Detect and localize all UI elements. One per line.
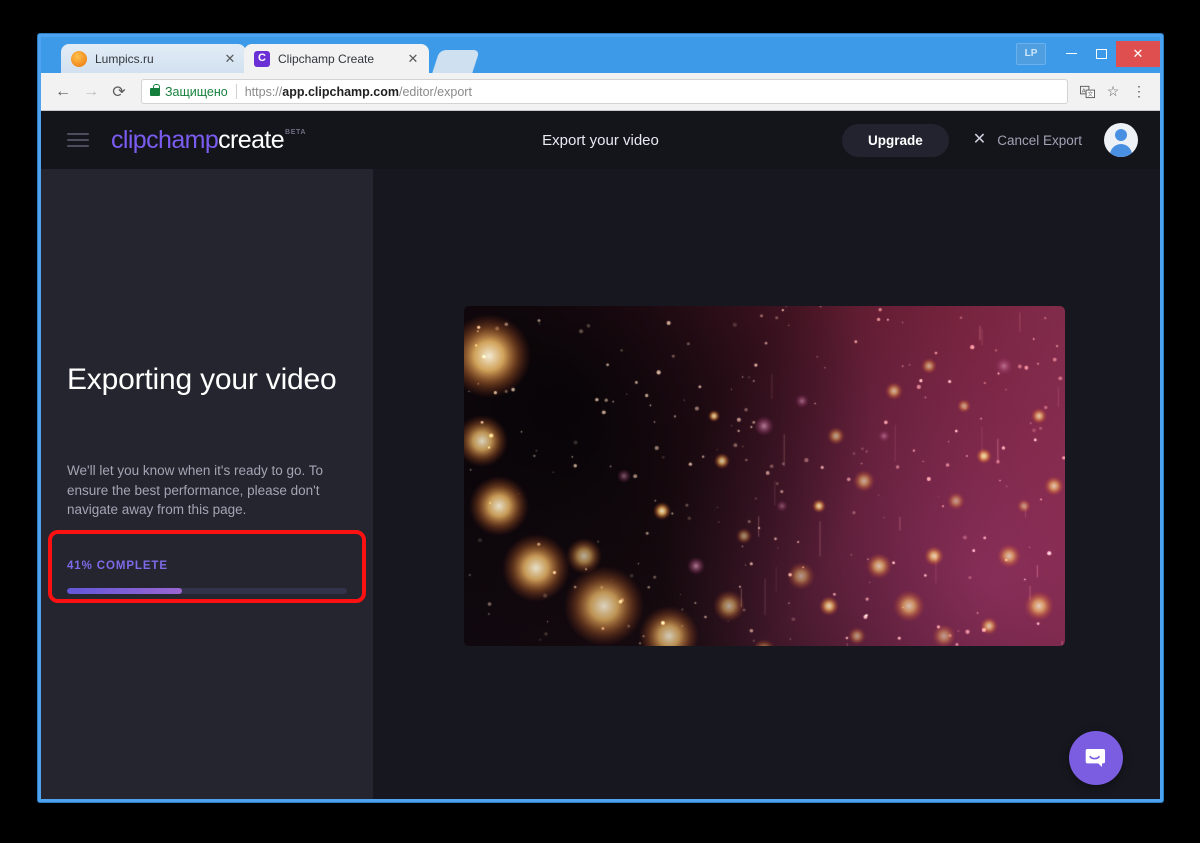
app-content: Exporting your video We'll let you know … <box>41 169 1160 799</box>
back-icon[interactable]: ← <box>49 78 77 106</box>
url-host: app.clipchamp.com <box>282 84 399 99</box>
browser-tab-lumpics[interactable]: Lumpics.ru ✕ <box>61 44 246 73</box>
logo-beta-badge: BETA <box>285 128 306 136</box>
bookmark-star-icon[interactable]: ☆ <box>1100 79 1126 105</box>
clipchamp-app: clipchamp create BETA Export your video … <box>41 111 1160 799</box>
browser-toolbar: ← → ⟳ Защищено https:// app.clipchamp.co… <box>41 73 1160 111</box>
progress-fill <box>67 588 182 594</box>
reload-icon[interactable]: ⟳ <box>105 78 133 106</box>
progress-label: 41% COMPLETE <box>67 560 168 572</box>
url-path: /editor/export <box>398 84 472 99</box>
cancel-export-label: Cancel Export <box>997 132 1082 148</box>
svg-text:A: A <box>1081 88 1085 94</box>
lock-icon <box>150 83 160 96</box>
browser-titlebar: Lumpics.ru ✕ C Clipchamp Create ✕ LP ✕ <box>41 37 1160 73</box>
export-progress: 41% COMPLETE <box>48 530 366 603</box>
intercom-chat-icon[interactable] <box>1069 731 1123 785</box>
avatar[interactable] <box>1104 123 1138 157</box>
window-controls: LP ✕ <box>1016 37 1160 70</box>
cancel-export-button[interactable]: ✕ Cancel Export <box>973 132 1082 148</box>
clipchamp-logo[interactable]: clipchamp create BETA <box>111 126 306 155</box>
forward-icon: → <box>83 82 99 100</box>
new-tab-button[interactable] <box>432 50 480 73</box>
export-description: We'll let you know when it's ready to go… <box>67 463 324 518</box>
logo-secondary: create <box>218 125 285 154</box>
export-heading: Exporting your video <box>67 363 337 396</box>
profile-badge[interactable]: LP <box>1016 42 1046 65</box>
tab-title: Clipchamp Create <box>278 51 375 66</box>
omnibox-divider <box>235 84 237 99</box>
tab-title: Lumpics.ru <box>95 51 154 66</box>
browser-tab-clipchamp[interactable]: C Clipchamp Create ✕ <box>244 44 429 73</box>
tab-close-icon[interactable]: ✕ <box>405 51 421 67</box>
security-label: Защищено <box>165 84 228 99</box>
address-bar[interactable]: Защищено https:// app.clipchamp.com /edi… <box>141 79 1068 104</box>
close-button[interactable]: ✕ <box>1116 40 1160 67</box>
video-preview-canvas <box>464 306 1065 646</box>
browser-menu-icon[interactable]: ⋮ <box>1126 79 1152 105</box>
tab-close-icon[interactable]: ✕ <box>222 51 238 67</box>
video-preview[interactable] <box>464 306 1065 646</box>
export-sidebar: Exporting your video We'll let you know … <box>41 169 373 799</box>
app-header: clipchamp create BETA Export your video … <box>41 111 1160 169</box>
export-stage <box>373 169 1160 799</box>
svg-text:文: 文 <box>1087 90 1093 98</box>
clipchamp-c-icon: C <box>254 50 270 67</box>
translate-icon[interactable]: A 文 <box>1074 79 1100 105</box>
header-actions: Upgrade ✕ Cancel Export <box>842 123 1138 157</box>
upgrade-button[interactable]: Upgrade <box>842 123 949 157</box>
progress-track <box>67 588 347 594</box>
minimize-button[interactable] <box>1056 41 1086 67</box>
logo-primary: clipchamp <box>111 125 219 154</box>
orange-circle-icon <box>71 50 87 67</box>
browser-window: Lumpics.ru ✕ C Clipchamp Create ✕ LP ✕ ←… <box>38 34 1163 802</box>
url-scheme: https:// <box>244 84 283 99</box>
close-icon: ✕ <box>972 131 987 148</box>
hamburger-icon[interactable] <box>67 133 89 147</box>
maximize-button[interactable] <box>1086 41 1116 67</box>
